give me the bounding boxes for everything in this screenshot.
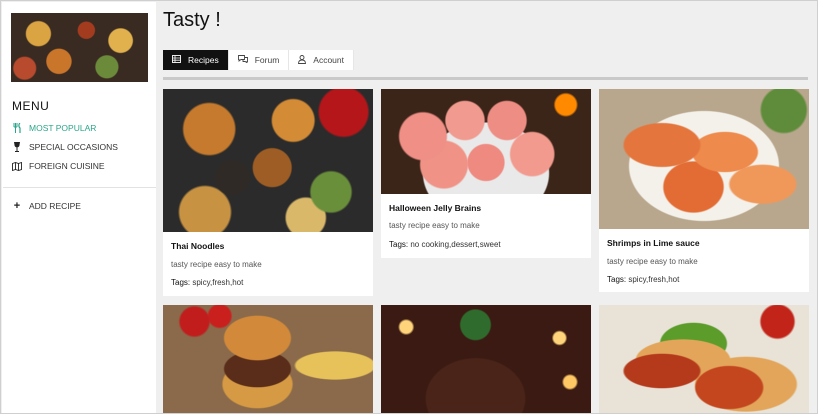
menu-title: MENU bbox=[12, 99, 50, 113]
recipe-card-christmas-pudding[interactable] bbox=[381, 305, 591, 413]
sidebar-item-label: MOST POPULAR bbox=[29, 123, 97, 133]
tab-bar: Recipes Forum Account bbox=[163, 50, 354, 70]
recipe-image bbox=[163, 305, 373, 413]
recipe-title: Shrimps in Lime sauce bbox=[607, 238, 700, 248]
tags-label: Tags: bbox=[171, 278, 191, 287]
recipe-image bbox=[381, 89, 591, 194]
tab-underline bbox=[163, 77, 808, 80]
recipe-image bbox=[599, 305, 809, 413]
sidebar: MENU MOST POPULAR SPECIAL OCCASIONS FORE… bbox=[2, 2, 156, 413]
tags-value: spicy,fresh,hot bbox=[192, 278, 244, 287]
recipe-card-halloween-jelly-brains[interactable]: Halloween Jelly Brains tasty recipe easy… bbox=[381, 89, 591, 258]
recipe-description: tasty recipe easy to make bbox=[389, 221, 480, 230]
cutlery-icon bbox=[12, 123, 22, 133]
recipe-tags: Tags: spicy,fresh,hot bbox=[607, 275, 679, 284]
sidebar-item-label: SPECIAL OCCASIONS bbox=[29, 142, 118, 152]
tab-label: Recipes bbox=[188, 55, 219, 65]
tab-label: Account bbox=[313, 55, 344, 65]
tags-label: Tags: bbox=[389, 240, 409, 249]
recipe-description: tasty recipe easy to make bbox=[171, 260, 262, 269]
wine-glass-icon bbox=[12, 142, 22, 152]
tab-forum[interactable]: Forum bbox=[228, 50, 290, 70]
tab-account[interactable]: Account bbox=[289, 50, 354, 70]
tags-label: Tags: bbox=[607, 275, 627, 284]
map-icon bbox=[12, 161, 22, 171]
sidebar-item-most-popular[interactable]: MOST POPULAR bbox=[12, 121, 96, 135]
sidebar-food-image bbox=[11, 13, 148, 82]
list-icon bbox=[172, 55, 181, 65]
recipe-title: Halloween Jelly Brains bbox=[389, 203, 482, 213]
user-icon bbox=[298, 54, 307, 66]
recipe-image bbox=[381, 305, 591, 413]
sidebar-item-label: FOREIGN CUISINE bbox=[29, 161, 105, 171]
recipe-card-hot-dog[interactable] bbox=[599, 305, 809, 413]
sidebar-item-special-occasions[interactable]: SPECIAL OCCASIONS bbox=[12, 140, 118, 154]
recipe-tags: Tags: spicy,fresh,hot bbox=[171, 278, 243, 287]
add-recipe-button[interactable]: + ADD RECIPE bbox=[12, 199, 81, 213]
sidebar-item-foreign-cuisine[interactable]: FOREIGN CUISINE bbox=[12, 159, 105, 173]
tags-value: no cooking,dessert,sweet bbox=[410, 240, 501, 249]
recipe-description: tasty recipe easy to make bbox=[607, 257, 698, 266]
tags-value: spicy,fresh,hot bbox=[628, 275, 680, 284]
sidebar-divider bbox=[3, 187, 156, 188]
recipe-title: Thai Noodles bbox=[171, 241, 225, 251]
app-window: MENU MOST POPULAR SPECIAL OCCASIONS FORE… bbox=[0, 0, 818, 414]
recipe-card-shrimps-in-lime-sauce[interactable]: Shrimps in Lime sauce tasty recipe easy … bbox=[599, 89, 809, 292]
recipe-tags: Tags: no cooking,dessert,sweet bbox=[389, 240, 501, 249]
add-recipe-label: ADD RECIPE bbox=[29, 201, 81, 211]
recipe-image bbox=[599, 89, 809, 229]
recipe-card-burger[interactable] bbox=[163, 305, 373, 413]
recipe-card-thai-noodles[interactable]: Thai Noodles tasty recipe easy to make T… bbox=[163, 89, 373, 296]
tab-label: Forum bbox=[254, 55, 280, 65]
page-title: Tasty ! bbox=[163, 9, 221, 31]
chat-icon bbox=[237, 55, 248, 65]
tab-recipes[interactable]: Recipes bbox=[163, 50, 229, 70]
recipe-image bbox=[163, 89, 373, 232]
plus-icon: + bbox=[13, 200, 21, 212]
